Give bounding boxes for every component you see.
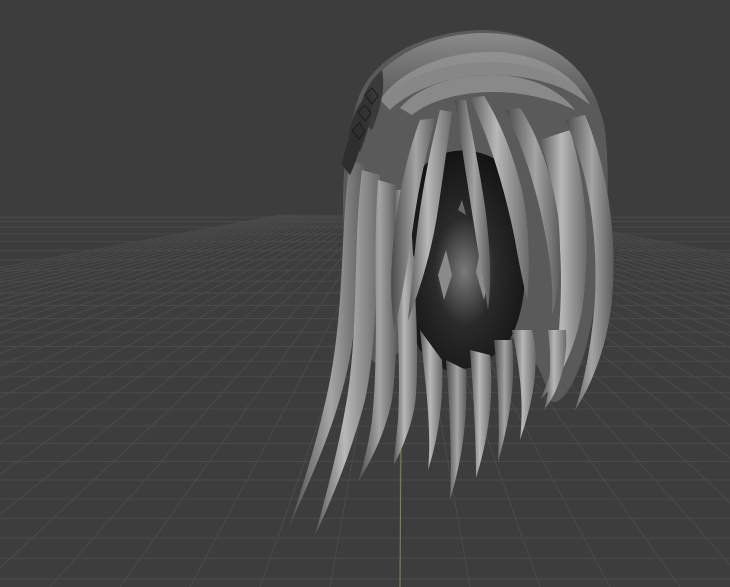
- hair-mesh[interactable]: [288, 30, 614, 535]
- 3d-viewport[interactable]: [0, 0, 730, 587]
- viewport-canvas: [0, 30, 730, 587]
